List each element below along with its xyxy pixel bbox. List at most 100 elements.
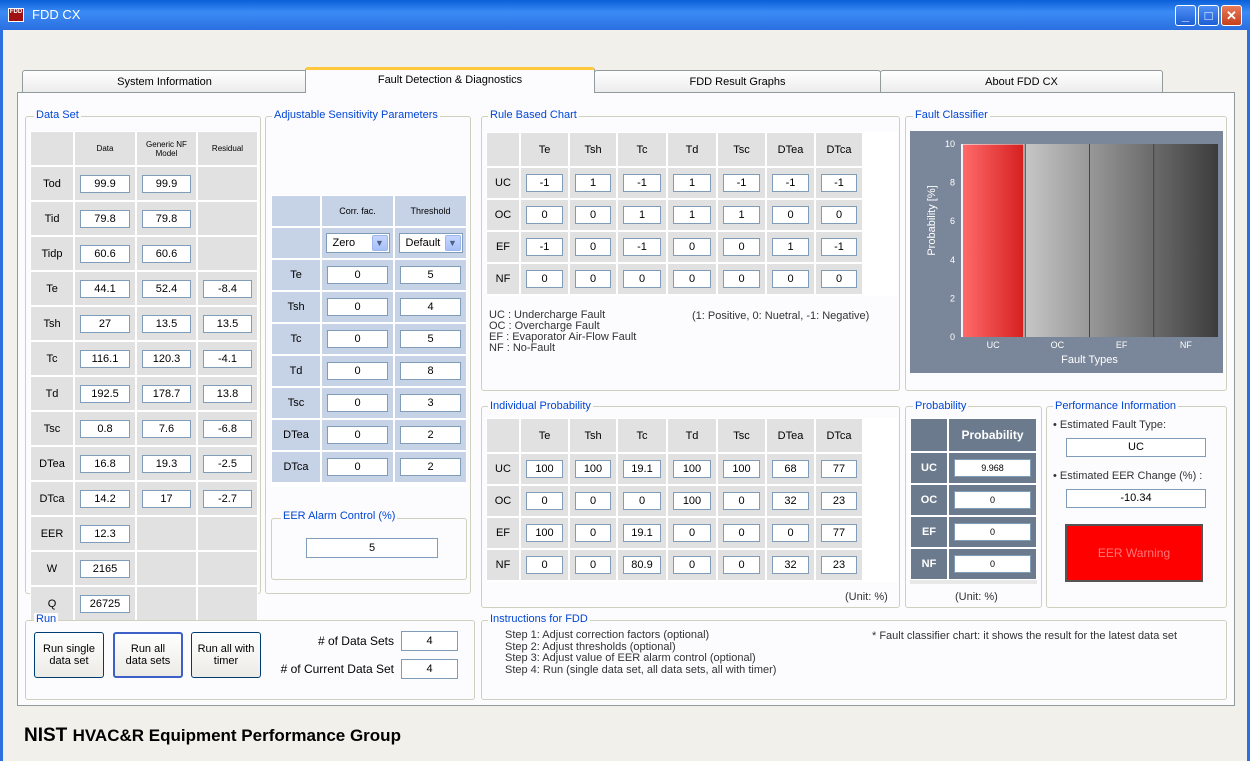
sens-corr-cell-value[interactable]: 0	[327, 330, 388, 348]
prob-row-label: NF	[910, 548, 948, 580]
maximize-icon[interactable]: □	[1198, 5, 1219, 26]
sens-corr-cell: 0	[321, 323, 394, 355]
sens-threshold-cell: 8	[394, 355, 467, 387]
rule_chart-cell-value: 1	[575, 174, 611, 192]
rule_chart-col-header: Tc	[617, 132, 667, 167]
rule_chart-cell: 0	[766, 263, 815, 295]
sens-corr-cell-value[interactable]: 0	[327, 266, 388, 284]
sens-corr-cell-value[interactable]: 0	[327, 426, 388, 444]
run-single-button[interactable]: Run single data set	[34, 632, 104, 678]
tab-fault-detection[interactable]: Fault Detection & Diagnostics	[305, 67, 595, 93]
individual-col-header: Tc	[617, 418, 667, 453]
run-all-button[interactable]: Run all data sets	[113, 632, 183, 678]
rule_chart-cell: 0	[569, 231, 617, 263]
individual-cell-value: 0	[575, 556, 611, 574]
individual-cell: 77	[815, 453, 863, 485]
minimize-icon[interactable]: _	[1175, 5, 1196, 26]
rule_chart-row-label: OC	[486, 199, 520, 231]
threshold-select[interactable]: Default ▼	[398, 233, 463, 253]
chevron-down-icon[interactable]: ▼	[444, 235, 461, 251]
prob-value-cell: 0	[948, 484, 1037, 516]
performance-title: Performance Information	[1053, 400, 1179, 412]
window-title: FDD CX	[32, 7, 81, 22]
sens-threshold-cell: 2	[394, 451, 467, 483]
individual-cell: 0	[569, 517, 617, 549]
sens-threshold-cell-value[interactable]: 4	[400, 298, 461, 316]
dataset-row-label: EER	[30, 516, 74, 551]
num-sets-value: 4	[401, 631, 458, 651]
rule_chart-cell: -1	[617, 231, 667, 263]
individual-cell-value: 0	[723, 492, 760, 510]
rule_chart-cell: 1	[569, 167, 617, 199]
eer-alarm-input[interactable]: 5	[306, 538, 438, 558]
instructions-note: * Fault classifier chart: it shows the r…	[872, 630, 1178, 642]
dataset-header-model: Generic NF Model	[136, 131, 197, 166]
sens-corr-cell: 0	[321, 291, 394, 323]
y-tick-label: 6	[950, 216, 955, 226]
individual-cell-value: 0	[772, 524, 809, 542]
individual-cell-value: 0	[673, 524, 711, 542]
sens-threshold-cell-value[interactable]: 8	[400, 362, 461, 380]
dataset-data-cell: 26725	[74, 586, 136, 621]
tab-system-information[interactable]: System Information	[22, 70, 307, 92]
individual-cell: 100	[667, 453, 717, 485]
y-axis-label: Probability [%]	[926, 185, 938, 255]
dataset-data-cell: 44.1	[74, 271, 136, 306]
sens-threshold-cell-value[interactable]: 5	[400, 266, 461, 284]
instruction-step-4: Step 4: Run (single data set, all data s…	[505, 663, 777, 676]
rule_chart-cell: 0	[815, 199, 863, 231]
eer-change-label: • Estimated EER Change (%) :	[1053, 470, 1203, 482]
sens-corr-cell-value[interactable]: 0	[327, 362, 388, 380]
x-tick-label: EF	[1116, 340, 1128, 350]
corr-factor-select-value: Zero	[332, 237, 356, 249]
sens-corr-cell-value[interactable]: 0	[327, 394, 388, 412]
instructions-steps: Step 1: Adjust correction factors (optio…	[505, 629, 777, 676]
chevron-down-icon[interactable]: ▼	[371, 235, 388, 251]
dataset-residual-cell: -4.1	[197, 341, 258, 376]
sens-corr-cell-value[interactable]: 0	[327, 298, 388, 316]
sens-threshold-cell-value[interactable]: 2	[400, 458, 461, 476]
rule_chart-cell: 0	[667, 263, 717, 295]
dataset-residual-cell: -2.7	[197, 481, 258, 516]
individual-col-header: Tsc	[717, 418, 766, 453]
individual-cell: 0	[717, 549, 766, 581]
sens-threshold-cell-value[interactable]: 2	[400, 426, 461, 444]
corr-factor-select[interactable]: Zero ▼	[325, 233, 390, 253]
dataset-model-cell: 60.6	[136, 236, 197, 271]
sens-corr-cell-value[interactable]: 0	[327, 458, 388, 476]
sens-threshold-cell: 5	[394, 323, 467, 355]
dataset-data-cell: 27	[74, 306, 136, 341]
sens-threshold-cell-value[interactable]: 5	[400, 330, 461, 348]
tab-fdd-result-graphs[interactable]: FDD Result Graphs	[594, 70, 881, 92]
rule_chart-row-label: UC	[486, 167, 520, 199]
dataset-row-label: W	[30, 551, 74, 586]
dataset-residual-cell: -6.8	[197, 411, 258, 446]
individual-cell-value: 80.9	[623, 556, 661, 574]
dataset-data-cell-value: 0.8	[80, 419, 130, 438]
individual-cell-value: 0	[723, 524, 760, 542]
individual-cell-value: 0	[723, 556, 760, 574]
dataset-data-cell-value: 44.1	[80, 279, 130, 298]
sens-row-label: Tsc	[271, 387, 321, 419]
rule_chart-cell: 0	[617, 263, 667, 295]
individual-cell: 19.1	[617, 517, 667, 549]
individual-row-label: UC	[486, 453, 520, 485]
sens-threshold-cell-value[interactable]: 3	[400, 394, 461, 412]
rule_chart-cell-value: 1	[623, 206, 661, 224]
rule_chart-cell: 0	[815, 263, 863, 295]
dataset-data-cell: 2165	[74, 551, 136, 586]
bar-uc	[963, 144, 1024, 337]
close-icon[interactable]: ✕	[1221, 5, 1242, 26]
individual-cell-value: 23	[821, 492, 857, 510]
tab-about[interactable]: About FDD CX	[880, 70, 1163, 92]
individual-cell-value: 77	[821, 460, 857, 478]
eer-warning-indicator: EER Warning	[1065, 524, 1203, 582]
run-timer-button[interactable]: Run all with timer	[191, 632, 261, 678]
dataset-data-cell: 99.9	[74, 166, 136, 201]
y-tick-label: 4	[950, 255, 955, 265]
sens-corr-cell: 0	[321, 387, 394, 419]
sens-row-label: Tc	[271, 323, 321, 355]
individual-col-header: DTca	[815, 418, 863, 453]
individual-cell: 23	[815, 549, 863, 581]
dataset-data-cell: 116.1	[74, 341, 136, 376]
